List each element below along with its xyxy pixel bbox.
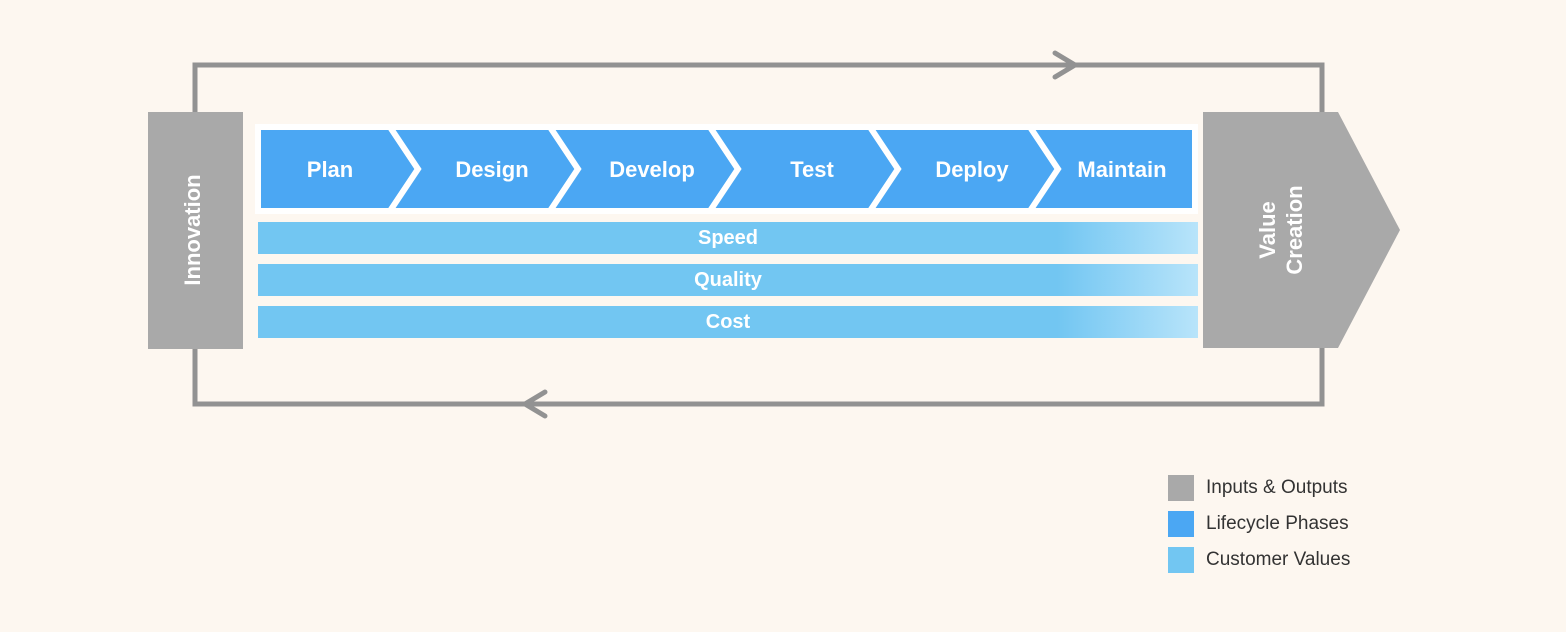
legend-swatch-gray [1168,475,1194,501]
input-block-label: Innovation [180,174,205,285]
value-quality: Quality [258,264,1198,296]
value-label: Cost [706,311,751,333]
value-cost: Cost [258,306,1198,338]
legend-item-lifecycle-phases: Lifecycle Phases [1168,511,1350,537]
value-label: Quality [694,269,763,291]
phase-label: Deploy [935,157,1009,182]
lifecycle-phases: Plan Design Develop Test Deploy Maintain [258,127,1195,211]
value-label: Speed [698,227,758,249]
phase-label: Maintain [1077,157,1166,182]
output-block-label-line1: Value [1255,201,1280,258]
output-block-label-line2: Creation [1282,185,1307,274]
feedback-loop-bottom [195,348,1322,416]
legend-item-customer-values: Customer Values [1168,547,1350,573]
phase-develop: Develop [550,127,738,211]
legend: Inputs & Outputs Lifecycle Phases Custom… [1168,475,1350,573]
phase-label: Develop [609,157,695,182]
customer-values: Speed Quality Cost [258,222,1198,338]
phase-plan: Plan [258,127,418,211]
value-speed: Speed [258,222,1198,254]
legend-label: Customer Values [1206,549,1350,571]
phase-maintain: Maintain [1030,127,1195,211]
phase-label: Plan [307,157,353,182]
phase-label: Design [455,157,528,182]
phase-test: Test [710,127,898,211]
legend-label: Inputs & Outputs [1206,477,1348,499]
phase-label: Test [790,157,834,182]
output-block: Value Creation [1203,112,1400,348]
legend-label: Lifecycle Phases [1206,513,1349,535]
legend-item-inputs-outputs: Inputs & Outputs [1168,475,1350,501]
feedback-loop-top [195,53,1322,112]
legend-swatch-value [1168,547,1194,573]
legend-swatch-phase [1168,511,1194,537]
diagram-stage: Innovation Value Creation Plan Design [0,0,1566,632]
phase-deploy: Deploy [870,127,1058,211]
phase-design: Design [390,127,578,211]
input-block: Innovation [148,112,243,349]
